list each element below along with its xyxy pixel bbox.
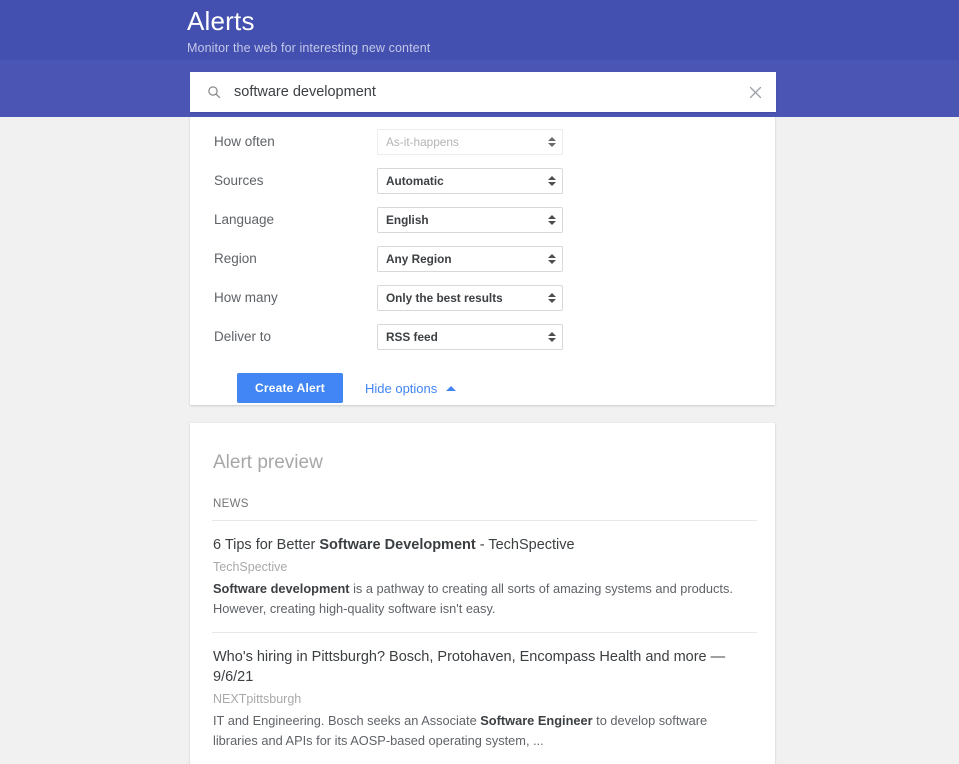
select-spinner-icon [547, 252, 556, 266]
header-search-band [0, 60, 959, 117]
option-label: Sources [214, 172, 264, 188]
preview-title: Alert preview [213, 452, 323, 473]
select-spinner-icon [547, 330, 556, 344]
option-row: Sources Automatic [214, 161, 751, 200]
search-icon [208, 86, 221, 99]
select-spinner-icon [547, 213, 556, 227]
option-value: Automatic [386, 173, 444, 188]
option-label: How many [214, 289, 278, 305]
news-snippet: Software development is a pathway to cre… [213, 581, 733, 616]
option-select[interactable]: Any Region [377, 245, 563, 272]
option-row: Deliver to RSS feed [214, 317, 751, 356]
select-spinner-icon [547, 135, 556, 149]
hide-options-link[interactable]: Hide options [364, 380, 457, 396]
search-box[interactable] [190, 72, 776, 112]
options-actions: Create Alert Hide options [214, 373, 751, 403]
close-icon-glyph [749, 86, 761, 98]
option-select[interactable]: English [377, 206, 563, 233]
preview-section-label: NEWS [213, 498, 249, 510]
preview-results-list: 6 Tips for Better Software Development -… [212, 521, 757, 764]
select-spinner-icon [547, 174, 556, 188]
option-value: Any Region [386, 251, 452, 266]
option-value: RSS feed [386, 329, 438, 344]
option-label: How often [214, 133, 275, 149]
news-snippet: IT and Engineering. Bosch seeks an Assoc… [213, 713, 708, 748]
create-alert-button[interactable]: Create Alert [237, 373, 343, 403]
select-spinner-icon [547, 291, 556, 305]
search-input[interactable] [234, 82, 738, 102]
option-row: Language English [214, 200, 751, 239]
option-value: English [386, 212, 429, 227]
header-top: Alerts Monitor the web for interesting n… [0, 0, 959, 60]
option-row: How often As-it-happens [214, 122, 751, 161]
option-value: As-it-happens [386, 134, 459, 149]
page-subtitle: Monitor the web for interesting new cont… [187, 41, 431, 55]
news-headline[interactable]: Who's hiring in Pittsburgh? Bosch, Proto… [213, 647, 753, 687]
close-icon[interactable] [738, 72, 772, 112]
option-row: How many Only the best results [214, 278, 751, 317]
option-select[interactable]: RSS feed [377, 323, 563, 350]
option-select: As-it-happens [377, 128, 563, 155]
hide-options-label: Hide options [364, 380, 438, 396]
option-select[interactable]: Automatic [377, 167, 563, 194]
news-source: TechSpective [213, 560, 288, 574]
option-label: Deliver to [214, 328, 272, 344]
app-header: Alerts Monitor the web for interesting n… [0, 0, 959, 117]
option-label: Region [214, 250, 257, 266]
option-label: Language [214, 211, 275, 227]
caret-up-icon [446, 385, 457, 391]
page-title: Alerts [187, 6, 255, 36]
option-row: Region Any Region [214, 239, 751, 278]
option-value: Only the best results [386, 290, 503, 305]
news-result-item: 6 Tips for Better Software Development -… [212, 521, 753, 632]
news-headline[interactable]: 6 Tips for Better Software Development -… [213, 535, 753, 555]
alert-preview-card: Alert preview NEWS 6 Tips for Better Sof… [190, 423, 775, 764]
news-source: NEXTpittsburgh [213, 692, 302, 706]
option-select[interactable]: Only the best results [377, 284, 563, 311]
